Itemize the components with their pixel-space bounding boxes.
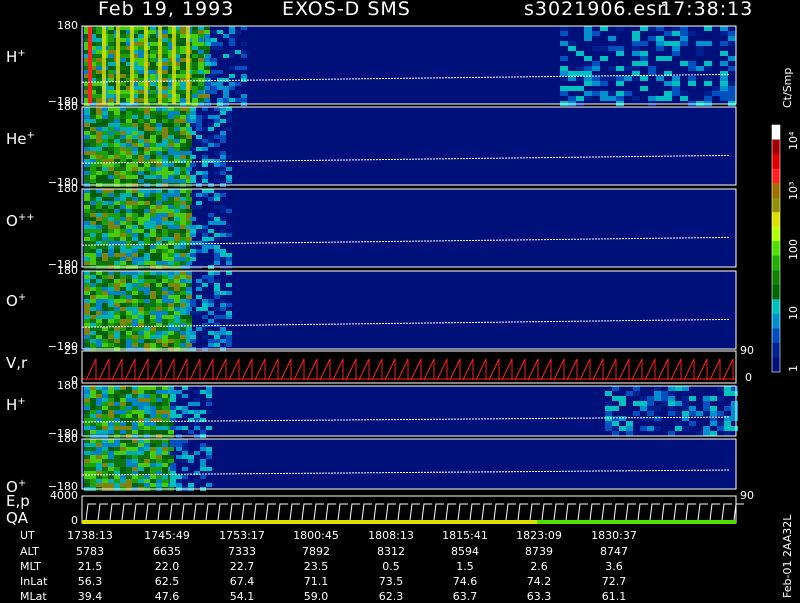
table-cell: 59.0 bbox=[303, 590, 329, 603]
colorbar-tick: 10 bbox=[787, 306, 800, 320]
colorbar-segment bbox=[772, 342, 780, 358]
table-cell: 22.7 bbox=[229, 560, 255, 573]
qa-label: QA bbox=[6, 509, 29, 527]
table-cell: 8594 bbox=[451, 545, 479, 558]
table-cell: 1823:09 bbox=[516, 529, 562, 542]
table-cell: 1800:45 bbox=[293, 529, 339, 542]
y-tick-max: 25 bbox=[64, 344, 78, 357]
table-cell: 7892 bbox=[302, 545, 330, 558]
footer-code: Feb-01 2AA32L bbox=[781, 514, 794, 598]
colorbar-segment bbox=[772, 357, 780, 373]
right-tick-bottom: 0 bbox=[745, 371, 752, 384]
table-cell: 6635 bbox=[153, 545, 181, 558]
table-cell: 1738:13 bbox=[67, 529, 113, 542]
table-cell: 74.6 bbox=[452, 575, 478, 588]
table-cell: 1753:17 bbox=[219, 529, 265, 542]
plot-area bbox=[81, 25, 781, 524]
colorbar-segment bbox=[772, 284, 780, 300]
table-cell: 3.6 bbox=[605, 560, 623, 573]
colorbar-segment bbox=[772, 212, 780, 228]
table-row-label: ALT bbox=[20, 545, 39, 558]
y-tick-max: 180 bbox=[57, 100, 78, 113]
table-row-label: MLT bbox=[20, 560, 41, 573]
table-cell: 8747 bbox=[600, 545, 628, 558]
table-cell: 47.6 bbox=[154, 590, 180, 603]
table-cell: 39.4 bbox=[77, 590, 103, 603]
table-row-label: InLat bbox=[20, 575, 48, 588]
table-cell: 0.5 bbox=[382, 560, 400, 573]
table-cell: 21.5 bbox=[77, 560, 103, 573]
y-tick-max: 180 bbox=[57, 19, 78, 32]
panel-label: O+ bbox=[6, 292, 27, 310]
table-cell: 61.1 bbox=[601, 590, 627, 603]
colorbar-segment bbox=[772, 139, 780, 155]
y-tick-max: 180 bbox=[57, 432, 78, 445]
table-cell: 8312 bbox=[377, 545, 405, 558]
table-cell: 22.0 bbox=[154, 560, 180, 573]
y-tick-max: 180 bbox=[57, 379, 78, 392]
table-cell: 1808:13 bbox=[368, 529, 414, 542]
y-tick-max: 4000 bbox=[50, 489, 78, 502]
table-cell: 62.3 bbox=[378, 590, 404, 603]
table-cell: 8739 bbox=[525, 545, 553, 558]
colorbar-segment bbox=[772, 299, 780, 315]
table-cell: 1815:41 bbox=[442, 529, 488, 542]
colorbar-segment bbox=[772, 197, 780, 213]
panel-label: He+ bbox=[6, 130, 35, 148]
table-cell: 23.5 bbox=[303, 560, 329, 573]
colorbar-segment bbox=[772, 125, 780, 141]
table-cell: 54.1 bbox=[229, 590, 255, 603]
colorbar-tick: 100 bbox=[787, 239, 800, 260]
table-cell: 63.3 bbox=[526, 590, 552, 603]
qa-bar-yellow bbox=[82, 520, 537, 524]
colorbar-tick: 10³ bbox=[787, 181, 800, 200]
table-cell: 56.3 bbox=[77, 575, 103, 588]
colorbar-segment bbox=[772, 154, 780, 170]
table-cell: 1.5 bbox=[456, 560, 474, 573]
colorbar-segment bbox=[772, 226, 780, 242]
table-cell: 74.2 bbox=[526, 575, 552, 588]
y-tick-max: 180 bbox=[57, 264, 78, 277]
colorbar-title: Ct/Smp bbox=[781, 67, 794, 108]
y-tick-min: 0 bbox=[71, 514, 78, 527]
colorbar-segment bbox=[772, 270, 780, 286]
right-tick-top: 90 bbox=[740, 489, 754, 502]
table-row-label: MLat bbox=[20, 590, 47, 603]
colorbar-tick: 10⁴ bbox=[787, 131, 800, 150]
colorbar-segment bbox=[772, 183, 780, 199]
colorbar-segment bbox=[772, 241, 780, 257]
table-row-label: UT bbox=[20, 529, 35, 542]
qa-bar-green bbox=[537, 520, 736, 524]
colorbar-segment bbox=[772, 313, 780, 329]
colorbar-tick: 1 bbox=[787, 365, 800, 372]
table-cell: 1745:49 bbox=[144, 529, 190, 542]
colorbar-segment bbox=[772, 255, 780, 271]
table-cell: 72.7 bbox=[601, 575, 627, 588]
table-cell: 5783 bbox=[76, 545, 104, 558]
colorbar-segment bbox=[772, 328, 780, 344]
panel-label: E,p bbox=[6, 492, 30, 510]
spectrogram-figure: Feb 19, 1993 EXOS-D SMS s3021906.esr 17:… bbox=[0, 0, 800, 603]
table-cell: 67.4 bbox=[229, 575, 255, 588]
panel-label: O++ bbox=[6, 212, 35, 230]
table-cell: 73.5 bbox=[378, 575, 404, 588]
panel-label: H+ bbox=[6, 48, 26, 66]
table-cell: 63.7 bbox=[452, 590, 478, 603]
table-cell: 2.6 bbox=[530, 560, 548, 573]
panel-label: V,r bbox=[6, 354, 28, 372]
table-cell: 1830:37 bbox=[591, 529, 637, 542]
y-tick-max: 180 bbox=[57, 182, 78, 195]
right-tick-top: 90 bbox=[740, 344, 754, 357]
table-cell: 71.1 bbox=[303, 575, 329, 588]
table-cell: 62.5 bbox=[154, 575, 180, 588]
panel-label: H+ bbox=[6, 396, 26, 414]
table-cell: 7333 bbox=[228, 545, 256, 558]
colorbar-segment bbox=[772, 168, 780, 184]
